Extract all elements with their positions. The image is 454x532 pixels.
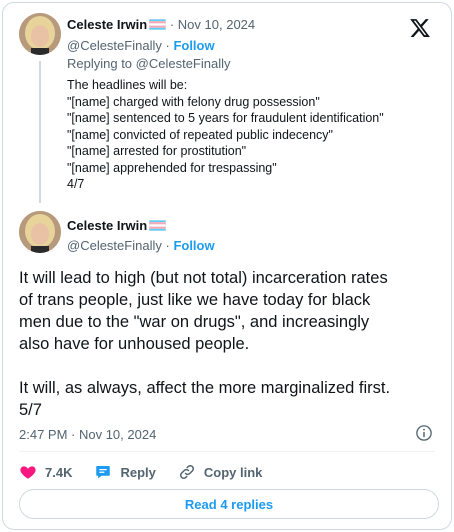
handle-separator: ·: [165, 238, 170, 253]
tweet-header: Celeste Irwin: [67, 217, 167, 234]
tweet-text-line: "[name] apprehended for trespassing": [67, 160, 277, 175]
tweet-text: The headlines will be: "[name] charged w…: [67, 77, 437, 193]
like-count: 7.4K: [45, 464, 73, 480]
tweet-text-line: It will lead to high (but not total) inc…: [19, 269, 388, 287]
handle-row: @CelesteFinally · Follow: [67, 237, 215, 254]
tweet-header: Celeste Irwin · Nov 10, 2024: [67, 16, 255, 33]
reply-label: Reply: [120, 464, 156, 480]
handle-row: @CelesteFinally · Follow: [67, 37, 215, 54]
follow-button[interactable]: Follow: [173, 238, 214, 253]
copy-link-button[interactable]: Copy link: [178, 463, 263, 481]
tweet-text-line: The headlines will be:: [67, 78, 188, 92]
main-tweet-text: It will lead to high (but not total) inc…: [19, 267, 439, 421]
author-handle[interactable]: @CelesteFinally: [67, 238, 162, 253]
like-button[interactable]: 7.4K: [19, 463, 72, 481]
copy-link-label: Copy link: [203, 464, 263, 480]
tweet-text-line: of trans people, just like we have today…: [19, 291, 371, 309]
tweet-text-line: men due to the "war on drugs", and incre…: [19, 313, 370, 331]
tweet-text-line: It will, as always, affect the more marg…: [19, 379, 391, 397]
link-icon: [179, 464, 194, 480]
avatar-image: [19, 13, 61, 55]
tweet-timestamp[interactable]: 2:47 PM · Nov 10, 2024: [19, 427, 156, 442]
tweet-text-line: "[name] convicted of repeated public ind…: [67, 127, 333, 142]
avatar[interactable]: [19, 211, 61, 253]
tweet-text-line: "[name] sentenced to 5 years for fraudul…: [67, 111, 384, 125]
thread-position: 4/7: [67, 177, 85, 191]
author-name[interactable]: Celeste Irwin: [67, 218, 147, 233]
follow-button[interactable]: Follow: [173, 38, 214, 53]
tweet-text-line: "[name] charged with felony drug possess…: [67, 94, 320, 109]
author-name[interactable]: Celeste Irwin: [67, 17, 147, 32]
date-separator: ·: [169, 17, 175, 32]
thread-position: 5/7: [19, 401, 42, 419]
action-bar: 7.4K Reply Copy link: [19, 461, 284, 483]
tweet-date[interactable]: Nov 10, 2024: [178, 17, 255, 32]
reply-bubble-icon: [96, 466, 111, 479]
replying-to: Replying to @CelesteFinally: [67, 56, 231, 71]
handle-separator: ·: [165, 38, 170, 53]
reply-button[interactable]: Reply: [94, 463, 156, 481]
trans-flag-icon: [149, 19, 167, 30]
divider: [19, 451, 435, 452]
x-logo-icon[interactable]: [409, 17, 431, 39]
trans-flag-icon: [149, 220, 167, 231]
thread-connector-line: [39, 61, 41, 203]
author-handle[interactable]: @CelesteFinally: [67, 38, 162, 53]
tweet-text-line: "[name] arrested for prostitution": [67, 144, 247, 158]
tweet-embed-card: Celeste Irwin · Nov 10, 2024 @CelesteFin…: [2, 2, 452, 530]
read-replies-button[interactable]: Read 4 replies: [19, 489, 439, 519]
avatar-image: [19, 211, 61, 253]
info-icon[interactable]: [415, 424, 433, 442]
tweet-text-line: also have for unhoused people.: [19, 335, 250, 353]
avatar[interactable]: [19, 13, 61, 55]
heart-icon: [20, 466, 36, 479]
